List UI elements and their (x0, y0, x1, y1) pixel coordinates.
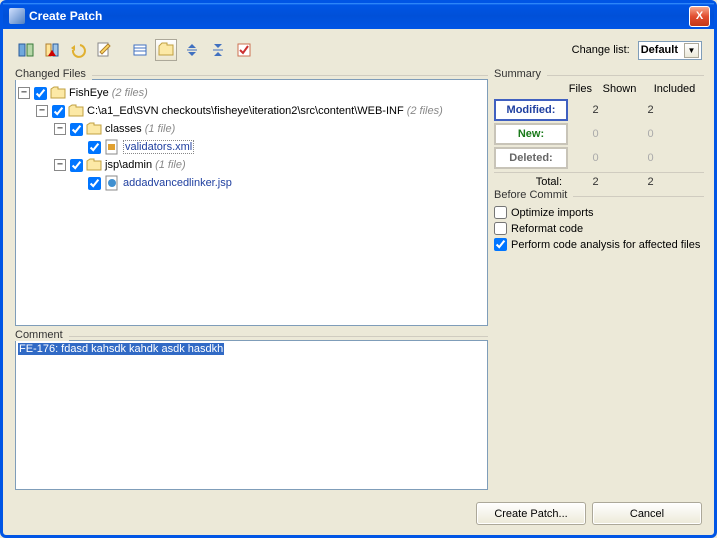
tree-folder[interactable]: − jsp\admin (1 file) (18, 156, 485, 174)
changed-files-label: Changed Files (15, 68, 92, 80)
tree-count: (1 file) (145, 123, 176, 135)
expand-all-button[interactable] (181, 39, 203, 61)
xml-file-icon (104, 139, 120, 155)
optimize-imports-label: Optimize imports (511, 207, 594, 219)
total-label: Total: (494, 176, 568, 188)
deleted-label: Deleted: (494, 147, 568, 169)
tree-checkbox[interactable] (34, 87, 47, 100)
comment-textarea[interactable]: FE-176: fdasd kahsdk kahdk asdk hasdkh (15, 340, 488, 490)
summary-label: Summary (494, 68, 547, 80)
modified-included: 2 (623, 104, 678, 116)
window-title: Create Patch (29, 9, 689, 23)
folder-icon (50, 85, 66, 101)
new-shown: 0 (568, 128, 623, 140)
tree-count: (1 file) (155, 159, 186, 171)
collapse-icon[interactable]: − (18, 87, 30, 99)
summary-row-deleted: Deleted: 0 0 (494, 147, 704, 169)
tree-count: (2 files) (112, 87, 148, 99)
tree-checkbox[interactable] (52, 105, 65, 118)
tree-folder[interactable]: − classes (1 file) (18, 120, 485, 138)
change-list-value: Default (641, 44, 678, 56)
undo-button[interactable] (67, 39, 89, 61)
tree-file[interactable]: addadvancedlinker.jsp (18, 174, 485, 192)
modified-label: Modified: (494, 99, 568, 121)
tree-file-name[interactable]: addadvancedlinker.jsp (123, 177, 232, 189)
collapse-all-button[interactable] (207, 39, 229, 61)
folder-icon (86, 121, 102, 137)
code-analysis-label: Perform code analysis for affected files (511, 239, 700, 251)
cancel-button[interactable]: Cancel (592, 502, 702, 525)
tree-count: (2 files) (407, 105, 443, 117)
total-included: 2 (623, 176, 678, 188)
tree-checkbox[interactable] (88, 141, 101, 154)
tree-file-name[interactable]: validators.xml (123, 140, 194, 154)
edit-button[interactable] (93, 39, 115, 61)
app-icon (9, 8, 25, 24)
tree-checkbox[interactable] (70, 123, 83, 136)
chevron-down-icon: ▼ (684, 43, 699, 58)
new-label: New: (494, 123, 568, 145)
deleted-included: 0 (623, 152, 678, 164)
compare-button[interactable] (15, 39, 37, 61)
diff-options-button[interactable] (41, 39, 63, 61)
list-view-button[interactable] (129, 39, 151, 61)
change-list-select[interactable]: Default ▼ (638, 41, 702, 60)
deleted-shown: 0 (568, 152, 623, 164)
validate-button[interactable] (233, 39, 255, 61)
new-included: 0 (623, 128, 678, 140)
create-patch-button[interactable]: Create Patch... (476, 502, 586, 525)
summary-row-new: New: 0 0 (494, 123, 704, 145)
tree-folder[interactable]: − C:\a1_Ed\SVN checkouts\fisheye\iterati… (18, 102, 485, 120)
jsp-file-icon (104, 175, 120, 191)
code-analysis-checkbox[interactable] (494, 238, 507, 251)
comment-label: Comment (15, 329, 69, 341)
reformat-code-checkbox[interactable] (494, 222, 507, 235)
summary-files-col: Files (496, 83, 592, 95)
folder-icon (68, 103, 84, 119)
optimize-imports-checkbox[interactable] (494, 206, 507, 219)
reformat-code-label: Reformat code (511, 223, 583, 235)
tree-checkbox[interactable] (70, 159, 83, 172)
tree-label: jsp\admin (105, 159, 152, 171)
summary-included-col: Included (647, 83, 702, 95)
collapse-icon[interactable]: − (54, 159, 66, 171)
summary-row-total: Total: 2 2 (494, 172, 704, 188)
comment-text: FE-176: fdasd kahsdk kahdk asdk hasdkh (18, 343, 224, 355)
collapse-icon[interactable]: − (36, 105, 48, 117)
change-list-label: Change list: (572, 44, 630, 56)
summary-row-modified: Modified: 2 2 (494, 99, 704, 121)
tree-label: FishEye (69, 87, 109, 99)
tree-label: classes (105, 123, 142, 135)
tree-label: C:\a1_Ed\SVN checkouts\fisheye\iteration… (87, 105, 404, 117)
before-commit-label: Before Commit (494, 189, 573, 201)
tree-view-button[interactable] (155, 39, 177, 61)
collapse-icon[interactable]: − (54, 123, 66, 135)
close-button[interactable]: X (689, 6, 710, 27)
modified-shown: 2 (568, 104, 623, 116)
folder-icon (86, 157, 102, 173)
tree-file[interactable]: validators.xml (18, 138, 485, 156)
changed-files-tree[interactable]: − FishEye (2 files) − C:\a1_Ed\SVN check… (15, 79, 488, 326)
tree-folder[interactable]: − FishEye (2 files) (18, 84, 485, 102)
total-shown: 2 (568, 176, 623, 188)
summary-shown-col: Shown (592, 83, 647, 95)
tree-checkbox[interactable] (88, 177, 101, 190)
